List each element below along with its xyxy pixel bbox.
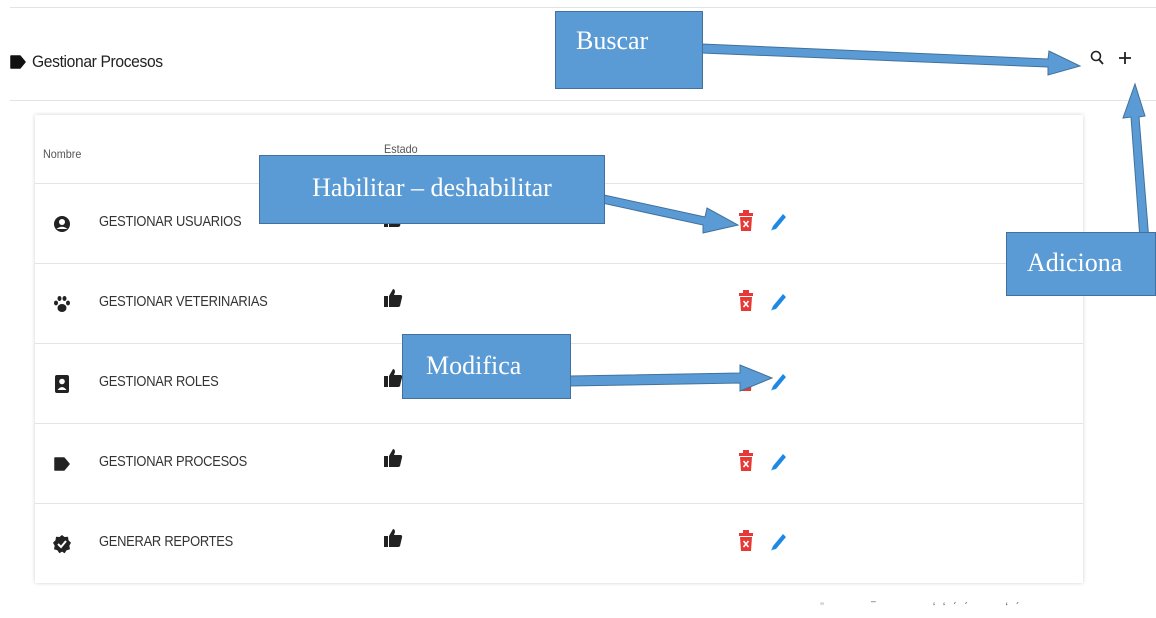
callout-modifica: Modifica [402, 334, 571, 399]
callout-adiciona-text: Adiciona [1027, 248, 1123, 277]
callout-buscar: Buscar [555, 11, 703, 89]
callout-habilitar-text: Habilitar – deshabilitar [312, 173, 552, 202]
callout-habilitar: Habilitar – deshabilitar [259, 155, 605, 224]
arrow-to-search [701, 43, 1082, 76]
callout-buscar-text: Buscar [576, 26, 649, 55]
arrow-to-add [1122, 82, 1151, 254]
annotation-arrows [569, 43, 1151, 392]
callout-adiciona: Adiciona [1006, 232, 1156, 296]
arrow-to-edit [569, 364, 774, 392]
callout-modifica-text: Modifica [426, 351, 522, 380]
arrow-to-trash [601, 194, 740, 234]
